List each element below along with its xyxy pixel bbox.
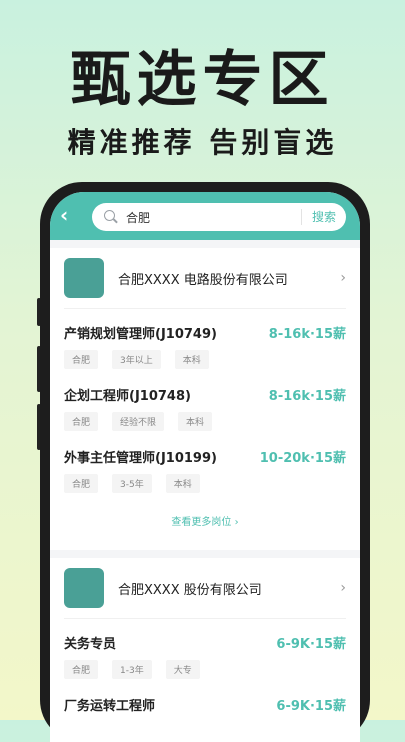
job-salary: 6-9K·15薪	[276, 699, 346, 714]
chevron-right-icon: ›	[340, 270, 346, 286]
app-topbar: ‹ 合肥 搜索	[50, 192, 360, 240]
company-name: 合肥XXXX 电路股份有限公司	[118, 272, 288, 288]
job-title: 企划工程师(J10748)	[64, 389, 191, 404]
job-salary: 8-16k·15薪	[268, 389, 346, 404]
job-tag: 合肥	[64, 350, 99, 369]
company-header[interactable]: 合肥XXXX 股份有限公司 ›	[64, 558, 346, 619]
job-tag: 合肥	[64, 660, 99, 679]
company-header[interactable]: 合肥XXXX 电路股份有限公司 ›	[64, 248, 346, 309]
phone-frame: ‹ 合肥 搜索 合肥XXXX 电路股份有限公司 › 产销规划管理师(J10749…	[40, 182, 370, 742]
more-jobs-label: 查看更多岗位	[171, 517, 232, 528]
search-button[interactable]: 搜索	[300, 209, 346, 225]
job-tag: 大专	[165, 660, 200, 679]
job-tag: 1-3年	[112, 660, 152, 679]
company-logo	[64, 568, 104, 608]
search-input[interactable]: 合肥	[126, 209, 301, 226]
phone-screen: ‹ 合肥 搜索 合肥XXXX 电路股份有限公司 › 产销规划管理师(J10749…	[50, 192, 360, 742]
job-salary: 6-9K·15薪	[276, 637, 346, 652]
search-bar[interactable]: 合肥 搜索	[92, 203, 346, 231]
job-item[interactable]: 外事主任管理师(J10199) 10-20k·15薪 合肥 3-5年 本科	[64, 433, 346, 495]
job-tag: 合肥	[64, 412, 99, 431]
chevron-right-icon: ›	[340, 580, 346, 596]
company-card: 合肥XXXX 股份有限公司 › 关务专员 6-9K·15薪 合肥 1-3年 大专…	[50, 558, 360, 742]
hero-subline: 精准推荐 告别盲选	[67, 126, 338, 159]
company-logo	[64, 258, 104, 298]
job-item[interactable]: 企划工程师(J10748) 8-16k·15薪 合肥 经验不限 本科	[64, 371, 346, 433]
job-tag: 本科	[174, 350, 209, 369]
chevron-left-icon[interactable]: ‹	[60, 205, 80, 225]
job-tag: 经验不限	[112, 412, 165, 431]
search-icon	[104, 210, 118, 224]
company-card: 合肥XXXX 电路股份有限公司 › 产销规划管理师(J10749) 8-16k·…	[50, 248, 360, 550]
job-title: 关务专员	[64, 637, 117, 652]
job-item[interactable]: 厂务运转工程师 6-9K·15薪	[64, 681, 346, 742]
job-title: 外事主任管理师(J10199)	[64, 451, 217, 466]
job-salary: 8-16k·15薪	[268, 327, 346, 342]
chevron-right-icon: ›	[234, 517, 239, 528]
hero-headline: 甄选专区	[70, 45, 335, 115]
job-tag: 3年以上	[112, 350, 161, 369]
more-jobs-link[interactable]: 查看更多岗位 ›	[64, 495, 346, 550]
job-tag: 本科	[178, 412, 213, 431]
job-title: 产销规划管理师(J10749)	[64, 327, 217, 342]
job-salary: 10-20k·15薪	[259, 451, 346, 466]
job-title: 厂务运转工程师	[64, 699, 156, 714]
job-item[interactable]: 产销规划管理师(J10749) 8-16k·15薪 合肥 3年以上 本科	[64, 309, 346, 371]
company-name: 合肥XXXX 股份有限公司	[118, 582, 262, 598]
job-tag: 合肥	[64, 474, 99, 493]
job-tag: 本科	[165, 474, 200, 493]
job-item[interactable]: 关务专员 6-9K·15薪 合肥 1-3年 大专	[64, 619, 346, 681]
job-tag: 3-5年	[112, 474, 152, 493]
